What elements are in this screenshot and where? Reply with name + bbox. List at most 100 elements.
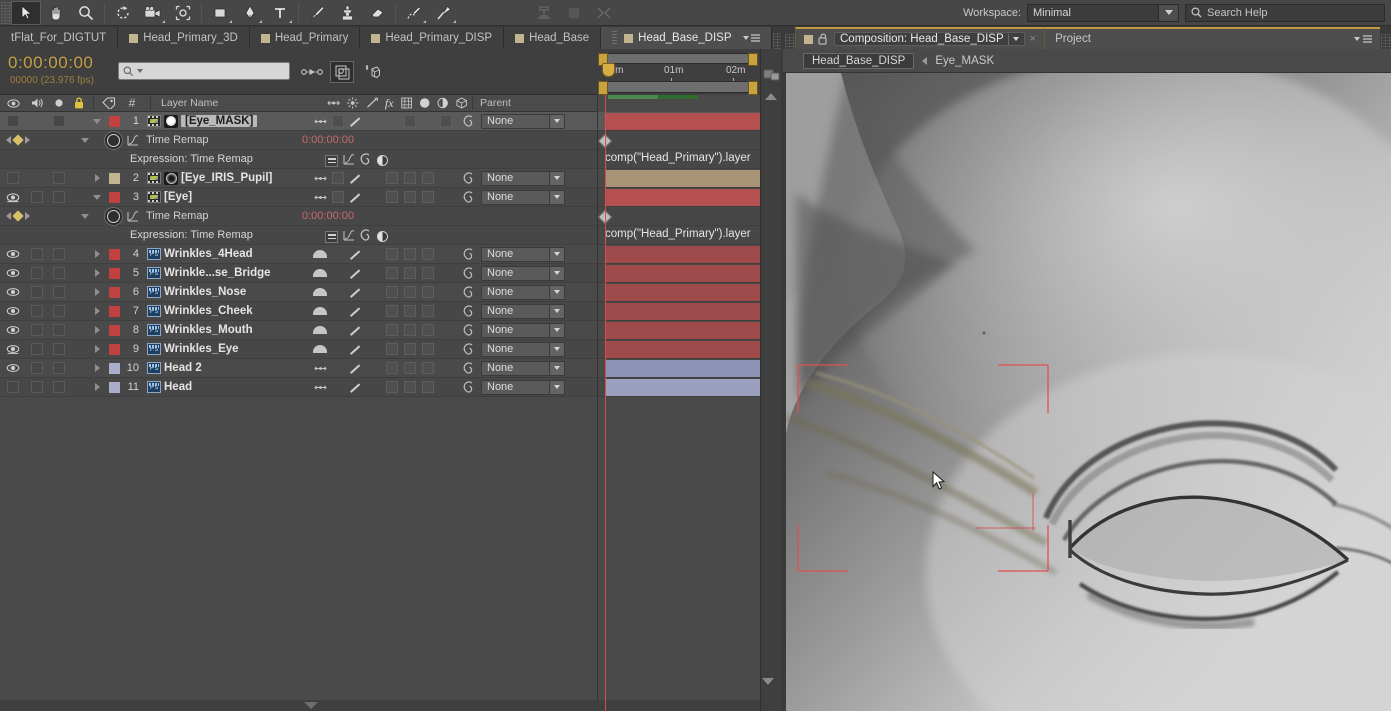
chevron-down-icon[interactable] [549, 323, 564, 337]
table-row[interactable]: 2 [Eye_IRIS_Pupil] None [0, 169, 781, 188]
comp-tab-grip[interactable] [785, 34, 795, 49]
solo-toggle[interactable] [48, 267, 69, 279]
label-color-swatch[interactable] [105, 362, 123, 374]
solo-icon[interactable] [54, 98, 64, 108]
parent-select[interactable]: [Eye_MASK] None [481, 113, 565, 129]
quality-switch[interactable] [347, 341, 365, 358]
hand-tool[interactable] [41, 1, 71, 25]
expression-graph-icon[interactable] [343, 229, 355, 244]
layer-switches[interactable] [305, 341, 455, 358]
rectangle-shape-tool[interactable] [205, 1, 235, 25]
keyframe-navigator[interactable] [0, 134, 68, 146]
table-row[interactable]: 3 [Eye] None [0, 188, 781, 207]
pick-whip-icon[interactable] [461, 191, 477, 203]
search-help-input[interactable]: Search Help [1185, 3, 1385, 22]
motion-blur-switch[interactable] [401, 265, 419, 282]
expand-triangle[interactable] [89, 288, 105, 296]
video-toggle[interactable] [0, 192, 26, 203]
three-d-switch[interactable] [437, 265, 455, 282]
chevron-down-icon[interactable] [549, 266, 564, 280]
solo-toggle[interactable] [48, 362, 69, 374]
speaker-icon[interactable] [31, 97, 44, 109]
shy-switch[interactable] [311, 341, 329, 358]
effects-switch[interactable] [365, 379, 383, 396]
timeline-horizontal-scrollbar[interactable] [0, 700, 760, 711]
expression-value[interactable]: comp("Head_Primary").layer [605, 228, 751, 240]
property-expand-triangle[interactable] [68, 213, 102, 219]
parent-cell[interactable]: None [461, 246, 565, 262]
expand-triangle[interactable] [89, 174, 105, 182]
shy-switch[interactable] [311, 379, 329, 396]
layer-switches[interactable] [305, 322, 455, 339]
current-time-indicator[interactable] [602, 63, 615, 77]
three-d-switch[interactable] [437, 341, 455, 358]
expression-pickwhip-icon[interactable] [360, 229, 372, 244]
chevron-down-icon[interactable] [549, 380, 564, 394]
label-color-swatch[interactable] [105, 248, 123, 260]
motion-blur-switch[interactable] [401, 113, 419, 130]
breadcrumb-comp-chip[interactable]: Head_Base_DISP [803, 52, 915, 69]
table-row[interactable]: 8 Ps Wrinkles_Mouth None [0, 321, 781, 340]
label-color-swatch[interactable] [105, 115, 123, 127]
comp-flowchart-icon[interactable] [762, 65, 781, 83]
collapse-switch[interactable] [329, 284, 347, 301]
solo-toggle[interactable] [48, 248, 69, 260]
audio-toggle[interactable] [26, 381, 48, 393]
collapse-switch[interactable] [329, 360, 347, 377]
quality-icon[interactable] [366, 97, 378, 109]
layer-switches[interactable] [305, 303, 455, 320]
draft-3d-icon[interactable] [330, 61, 354, 83]
label-color-swatch[interactable] [105, 381, 123, 393]
pick-whip-icon[interactable] [461, 324, 477, 336]
expand-triangle[interactable] [89, 269, 105, 277]
audio-toggle[interactable] [26, 191, 48, 203]
effects-switch[interactable] [365, 246, 383, 263]
layer-name-cell[interactable]: Ps Wrinkles_Mouth [145, 324, 305, 336]
layer-switches[interactable] [305, 189, 455, 206]
expression-enable-icon[interactable] [325, 154, 338, 167]
layer-name-cell[interactable]: Ps Head [145, 381, 305, 393]
keyframe-navigator[interactable] [0, 210, 68, 222]
property-track[interactable] [597, 131, 760, 150]
table-row[interactable]: 6 Ps Wrinkles_Nose None [0, 283, 781, 302]
motion-blur-switch[interactable] [401, 360, 419, 377]
graph-editor-icon[interactable] [124, 210, 142, 222]
video-toggle[interactable] [0, 115, 26, 127]
effects-switch[interactable] [365, 189, 383, 206]
video-toggle[interactable] [0, 325, 26, 336]
layer-track-bar[interactable] [605, 112, 760, 131]
parent-cell[interactable]: [Eye_MASK] None [461, 113, 565, 129]
layer-switches[interactable] [305, 246, 455, 263]
layer-name-cell[interactable]: Ps Wrinkles_Cheek [145, 305, 305, 317]
solo-toggle[interactable] [48, 115, 69, 127]
layer-name-cell[interactable]: Ps Wrinkles_Nose [145, 286, 305, 298]
parent-select[interactable]: None [481, 246, 565, 262]
layer-name-cell[interactable]: Ps Wrinkles_Eye [145, 343, 305, 355]
parent-select[interactable]: None [481, 170, 565, 186]
effects-fx-icon[interactable]: fx [385, 96, 394, 111]
pick-whip-icon[interactable] [461, 115, 477, 127]
work-area-bar-bottom[interactable] [598, 81, 758, 95]
parent-cell[interactable]: None [461, 284, 565, 300]
snapping-icon[interactable] [589, 1, 619, 25]
layer-switches[interactable] [305, 265, 455, 282]
parent-cell[interactable]: None [461, 189, 565, 205]
frame-blend-switch[interactable] [383, 189, 401, 206]
parent-select[interactable]: None [481, 360, 565, 376]
effects-switch[interactable] [365, 265, 383, 282]
adjustment-switch[interactable] [419, 322, 437, 339]
video-toggle[interactable] [0, 287, 26, 298]
layer-switches[interactable] [305, 360, 455, 377]
frame-blend-switch[interactable] [383, 170, 401, 187]
collapse-switch[interactable] [329, 303, 347, 320]
layer-track-bar[interactable] [605, 378, 760, 397]
property-row-time-remap[interactable]: Time Remap 0:00:00:00 [0, 207, 781, 226]
property-value[interactable]: 0:00:00:00 [302, 134, 354, 146]
layer-name-cell[interactable]: Ps Head 2 [145, 362, 305, 374]
parent-cell[interactable]: None [461, 303, 565, 319]
quality-switch[interactable] [347, 246, 365, 263]
chevron-down-icon[interactable] [549, 361, 564, 375]
tab-project[interactable]: Project [1055, 33, 1091, 45]
audio-toggle[interactable] [26, 305, 48, 317]
audio-toggle[interactable] [26, 267, 48, 279]
